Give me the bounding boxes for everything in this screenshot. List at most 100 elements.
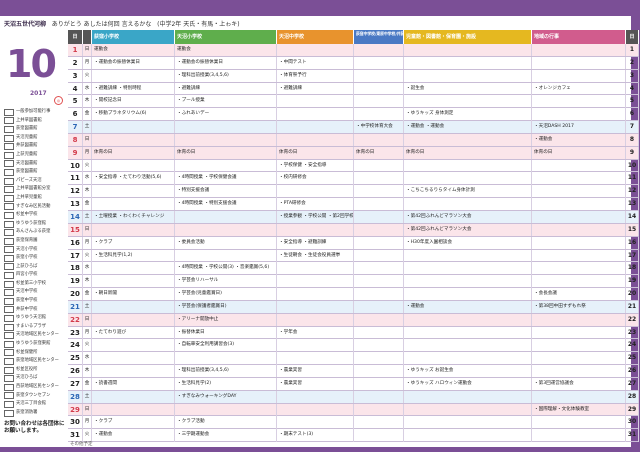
day-number-right: 19: [626, 275, 639, 288]
cell-school-2: ・学芸会リハーサル: [175, 275, 277, 288]
cell-school-4: [354, 198, 404, 211]
legend-symbol-icon: [4, 143, 14, 151]
legend-label: 荻窪図書館: [16, 126, 38, 132]
legend-label: 上荻ひろば: [16, 263, 38, 269]
cell-facilities: [404, 159, 532, 172]
legend-label: 井荻図書館: [16, 143, 38, 149]
weekday: 水: [83, 82, 92, 95]
cell-school-3: [277, 121, 354, 134]
legend-symbol-icon: [4, 315, 14, 323]
cell-school-2: [175, 223, 277, 237]
table-row: 8 日・運動会 8: [68, 133, 639, 147]
legend-label: 天沼地域区民センター: [16, 332, 59, 338]
cell-community: [532, 159, 626, 172]
table-row: 24 火・自転車安全利用講習会(3) 24: [68, 339, 639, 353]
cell-school-1: [92, 403, 175, 416]
day-number: 6: [68, 108, 83, 121]
cell-school-3: ・避難訓練: [277, 82, 354, 95]
header-school-4: 荻窪中学校/東原中学校/井荻中学校: [354, 30, 404, 44]
cell-community: [532, 429, 626, 442]
table-row: 29 日・国際理解・文化体験教室 29: [68, 403, 639, 417]
cell-school-1: 体育の日: [92, 146, 175, 160]
day-number-right: 14: [626, 210, 639, 224]
legend-symbol-icon: [4, 323, 14, 331]
contact-note: お問い合わせは各団体にお願いします。: [4, 421, 65, 434]
cell-facilities: ・運動会 ・運動会: [404, 121, 532, 134]
cell-school-3: [277, 390, 354, 404]
legend-item: 荻窪地域区民センター: [4, 357, 68, 366]
legend-label: 西荻地域区民センター: [16, 384, 59, 389]
legend-symbol-icon: [4, 168, 14, 176]
calendar-page: 天沼五世代河柳 ありがとう あしたは何回 言えるかな (中学2年 天氏・有馬・上…: [0, 0, 640, 452]
legend-symbol-icon: [4, 220, 14, 228]
table-row: 10 火・学校保健 ・安全指導 10: [68, 159, 639, 173]
cell-school-4: [354, 44, 404, 57]
cell-school-2: [175, 133, 277, 147]
weekday: 木: [83, 95, 92, 108]
cell-facilities: [404, 95, 532, 108]
cell-school-4: [354, 339, 404, 352]
weekday: 火: [83, 69, 92, 83]
day-number-right: 30: [626, 416, 639, 429]
header-weekday: [83, 30, 92, 44]
cell-facilities: [404, 339, 532, 352]
weekday: 火: [83, 339, 92, 352]
legend-item: 上荻児童館: [4, 151, 68, 160]
legend-item: すぎなみ区民活動: [4, 203, 68, 212]
header-facilities: 児童館・図書館・保育園・施設: [404, 30, 532, 44]
cell-facilities: [404, 56, 532, 70]
day-number: 26: [68, 365, 83, 378]
top-bar: [0, 0, 640, 16]
day-number: 24: [68, 339, 83, 352]
legend-label: 天沼図書館: [16, 160, 38, 166]
cell-community: ・会長会議: [532, 288, 626, 301]
cell-community: [532, 185, 626, 198]
legend-item: 一般参加可能行事: [4, 108, 68, 117]
legend-symbol-icon: [4, 383, 14, 391]
weekday: 水: [83, 352, 92, 365]
cell-school-1: ・安全指導 ・たてわり活動(5,6): [92, 172, 175, 185]
cell-community: [532, 198, 626, 211]
cell-school-3: [277, 108, 354, 121]
cell-school-3: 体育の日: [277, 146, 354, 160]
table-row: 4 水・避難訓練 ・特別時程 ・避難訓練 ・避難訓練 ・誕生会 ・オレンジカフェ 4: [68, 82, 639, 96]
cell-school-4: [354, 133, 404, 147]
day-number: 17: [68, 249, 83, 262]
legend-item: 四宮小学校: [4, 271, 68, 280]
day-number-right: 2: [626, 56, 639, 70]
legend-symbol-icon: [4, 409, 14, 417]
cell-community: [532, 56, 626, 70]
cell-school-3: ・授業参観 ・学校公開 ・第2回学校説明会: [277, 210, 354, 224]
weekday: 土: [83, 210, 92, 224]
cell-school-1: ・クラブ: [92, 416, 175, 429]
cell-facilities: [404, 390, 532, 404]
cell-community: [532, 390, 626, 404]
day-number: 13: [68, 198, 83, 211]
legend-symbol-icon: [4, 229, 14, 237]
day-number-right: 18: [626, 262, 639, 275]
cell-school-1: [92, 275, 175, 288]
cell-school-4: [354, 326, 404, 339]
cell-community: [532, 262, 626, 275]
cell-school-4: ・中学校体育大会: [354, 121, 404, 134]
cell-school-4: 体育の日: [354, 146, 404, 160]
day-number-right: 27: [626, 377, 639, 391]
day-number: 5: [68, 95, 83, 108]
day-number: 15: [68, 223, 83, 237]
weekday: 金: [83, 198, 92, 211]
cell-school-2: ・生活科見学(2): [175, 377, 277, 391]
cell-community: ・天沼DASH 2017: [532, 121, 626, 134]
cell-facilities: ・こちこちるりらタイム身体計測: [404, 185, 532, 198]
day-number-right: 23: [626, 326, 639, 339]
cell-community: [532, 236, 626, 249]
cell-community: [532, 313, 626, 327]
legend-item: 天沼三丁目会館: [4, 400, 68, 409]
cell-school-2: [175, 210, 277, 224]
table-row: 5 木・開校記念日 ・プール授業 5: [68, 95, 639, 109]
weekday: 日: [83, 133, 92, 147]
weekday: 火: [83, 249, 92, 262]
cell-facilities: ・誕生会: [404, 82, 532, 95]
table-row: 12 木・特別支援会議 ・こちこちるりらタイム身体計測 12: [68, 185, 639, 199]
weekday: 土: [83, 121, 92, 134]
legend-symbol-icon: [4, 340, 14, 348]
